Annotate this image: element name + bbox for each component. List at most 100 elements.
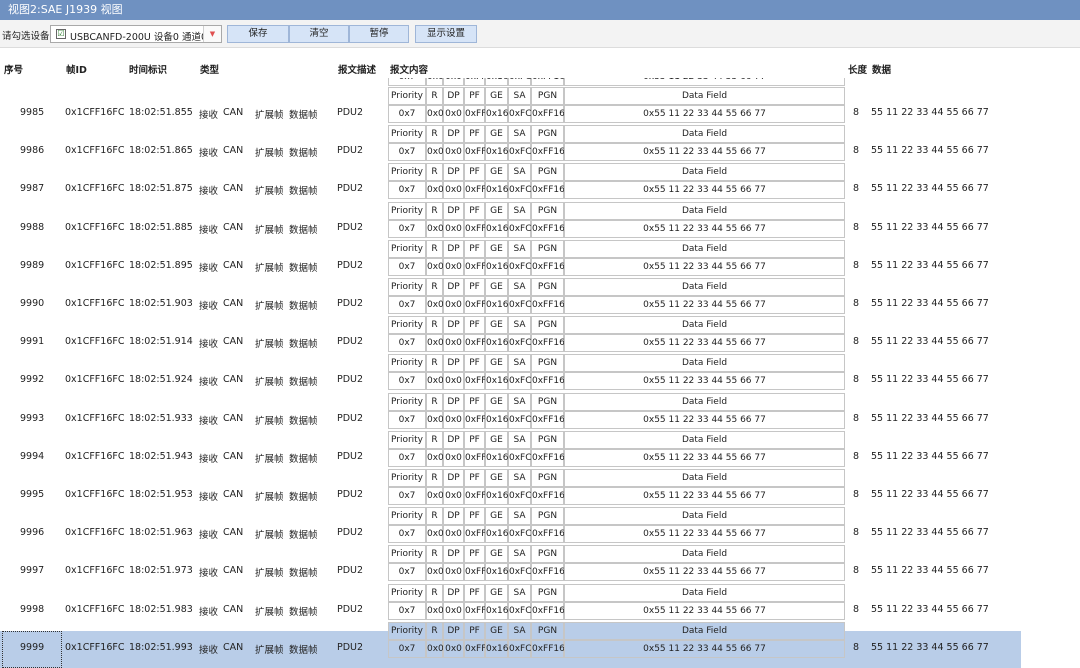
col-desc-header[interactable]: 报文描述 (338, 62, 376, 76)
cell-description: PDU2 (337, 298, 364, 309)
j1939-field-header: Priority (388, 392, 426, 411)
j1939-detail: Priority R DP PF GE SA PGN Data Field 0x7 0x0 0x0 0… (388, 353, 845, 391)
j1939-field-header: Priority (388, 239, 426, 258)
j1939-field-value: 0xFF (464, 143, 486, 162)
device-select[interactable]: ☑ USBCANFD-200U 设备0 通道0 ▼ (50, 25, 222, 43)
j1939-field-value: 0x0 (443, 334, 464, 353)
j1939-field-header: DP (443, 278, 464, 296)
j1939-field-value: 0xFF16 (531, 525, 565, 544)
j1939-field-header: SA (508, 392, 531, 411)
j1939-field-header: PF (464, 239, 485, 258)
cell-frame-format: 扩展帧 (255, 644, 284, 656)
cell-description: PDU2 (337, 259, 364, 271)
toolbar: 请勾选设备 ☑ USBCANFD-200U 设备0 通道0 ▼ 保存 清空 暂停… (0, 20, 1080, 48)
cell-frame-type: 数据帧 (289, 415, 318, 427)
partial-cell: 0x0 (426, 78, 444, 86)
cell-direction: 接收 (199, 453, 219, 465)
cell-seq: 9985 (20, 107, 45, 118)
col-content-header[interactable]: 报文内容 (390, 62, 428, 76)
j1939-field-header: PGN (531, 87, 564, 105)
cell-protocol: CAN (223, 298, 244, 309)
j1939-field-value: 0x0 (443, 105, 464, 123)
col-data-header[interactable]: 数据 (872, 62, 891, 76)
cell-direction: 接收 (199, 110, 219, 121)
cell-description: PDU2 (337, 489, 364, 500)
chevron-down-icon[interactable]: ▼ (203, 26, 221, 42)
cell-frame-id: 0x1CFF16FC (65, 336, 125, 348)
cell-frame-id: 0x1CFF16FC (65, 412, 125, 424)
j1939-field-value: 0xFF (464, 257, 486, 276)
j1939-field-header: DP (443, 430, 464, 449)
cell-description: PDU2 (337, 221, 364, 233)
j1939-field-value: 0x0 (443, 143, 464, 162)
j1939-field-value: 0x55 11 22 33 44 55 66 77 (564, 257, 845, 276)
j1939-field-value: 0x7 (388, 334, 426, 353)
cell-length: 8 (853, 412, 860, 424)
j1939-field-value: 0xFF (464, 487, 486, 505)
j1939-field-header: Priority (388, 163, 426, 182)
j1939-field-value: 0xFC (508, 601, 532, 620)
cell-length: 8 (853, 603, 860, 615)
j1939-field-value: 0x55 11 22 33 44 55 66 77 (564, 143, 845, 162)
j1939-field-value: 0x0 (443, 487, 464, 505)
j1939-field-header: DP (443, 507, 464, 526)
j1939-field-value: 0xFF16 (531, 563, 565, 582)
cell-seq: 9994 (20, 450, 45, 462)
col-type-header[interactable]: 类型 (200, 62, 219, 76)
partial-cell: 0x7 (388, 78, 426, 86)
save-button[interactable]: 保存 (227, 25, 289, 43)
j1939-field-value: 0x16 (485, 525, 509, 544)
j1939-detail: Priority R DP PF GE SA PGN Data Field 0x7 0x0 0x0 0… (388, 506, 845, 544)
cell-timestamp: 18:02:51.983 (129, 603, 193, 615)
j1939-field-value: 0x7 (388, 143, 426, 162)
pause-button[interactable]: 暂停 (349, 25, 409, 43)
j1939-field-value: 0x0 (426, 372, 444, 391)
j1939-detail: Priority R DP PF GE SA PGN Data Field 0x7 0x0 0x0 0… (388, 124, 845, 162)
j1939-field-header: SA (508, 125, 531, 144)
window-title: 视图2:SAE J1939 视图 (0, 0, 1080, 20)
cell-description: PDU2 (337, 374, 364, 386)
j1939-field-value: 0xFF16 (531, 143, 565, 162)
j1939-field-header: SA (508, 316, 531, 335)
table-row[interactable]: 9999 0x1CFF16FC 18:02:51.993 接收 CAN 扩展帧 数据帧 PDU… (0, 621, 1080, 666)
cell-data: 55 11 22 33 44 55 66 77 (871, 565, 989, 577)
cell-seq: 9995 (20, 489, 45, 500)
j1939-field-header: GE (485, 430, 508, 449)
j1939-field-header: Data Field (564, 163, 845, 182)
j1939-field-header: Priority (388, 507, 426, 526)
j1939-field-value: 0x16 (485, 448, 509, 467)
cell-description: PDU2 (337, 450, 364, 462)
cell-frame-id: 0x1CFF16FC (65, 641, 125, 653)
cell-timestamp: 18:02:51.885 (129, 221, 193, 233)
cell-protocol: CAN (223, 565, 244, 577)
cell-protocol: CAN (223, 183, 244, 195)
cell-direction: 接收 (199, 377, 219, 389)
j1939-field-header: Priority (388, 354, 426, 373)
display-settings-button[interactable]: 显示设置 (415, 25, 477, 43)
j1939-detail: Priority R DP PF GE SA PGN Data Field 0x7 0x0 0x0 0… (388, 201, 845, 239)
cell-seq: 9997 (20, 565, 45, 577)
col-frame-id-header[interactable]: 帧ID (66, 62, 87, 76)
cell-frame-format: 扩展帧 (255, 530, 284, 542)
j1939-field-header: Data Field (564, 392, 845, 411)
j1939-field-header: DP (443, 125, 464, 144)
clear-button[interactable]: 清空 (289, 25, 349, 43)
partial-row: 0x7 0x0 0x0 0xFF 0x16 0xFC 0xFF16 0x55 1… (388, 78, 845, 86)
j1939-field-header: Priority (388, 583, 426, 602)
col-timestamp-header[interactable]: 时间标识 (129, 62, 167, 76)
cell-frame-id: 0x1CFF16FC (65, 221, 125, 233)
j1939-field-header: PF (464, 87, 485, 105)
j1939-field-header: DP (443, 583, 464, 602)
device-checkbox[interactable]: ☑ (56, 29, 66, 39)
cell-frame-type: 数据帧 (289, 492, 318, 503)
j1939-field-header: Priority (388, 87, 426, 105)
col-length-header[interactable]: 长度 (848, 62, 867, 76)
j1939-field-header: PF (464, 469, 485, 487)
cell-frame-type: 数据帧 (289, 377, 318, 389)
cell-frame-id: 0x1CFF16FC (65, 107, 125, 118)
cell-frame-id: 0x1CFF16FC (65, 450, 125, 462)
col-seq-header[interactable]: 序号 (4, 62, 23, 76)
cell-frame-format: 扩展帧 (255, 148, 284, 160)
cell-frame-id: 0x1CFF16FC (65, 489, 125, 500)
j1939-field-value: 0x7 (388, 372, 426, 391)
